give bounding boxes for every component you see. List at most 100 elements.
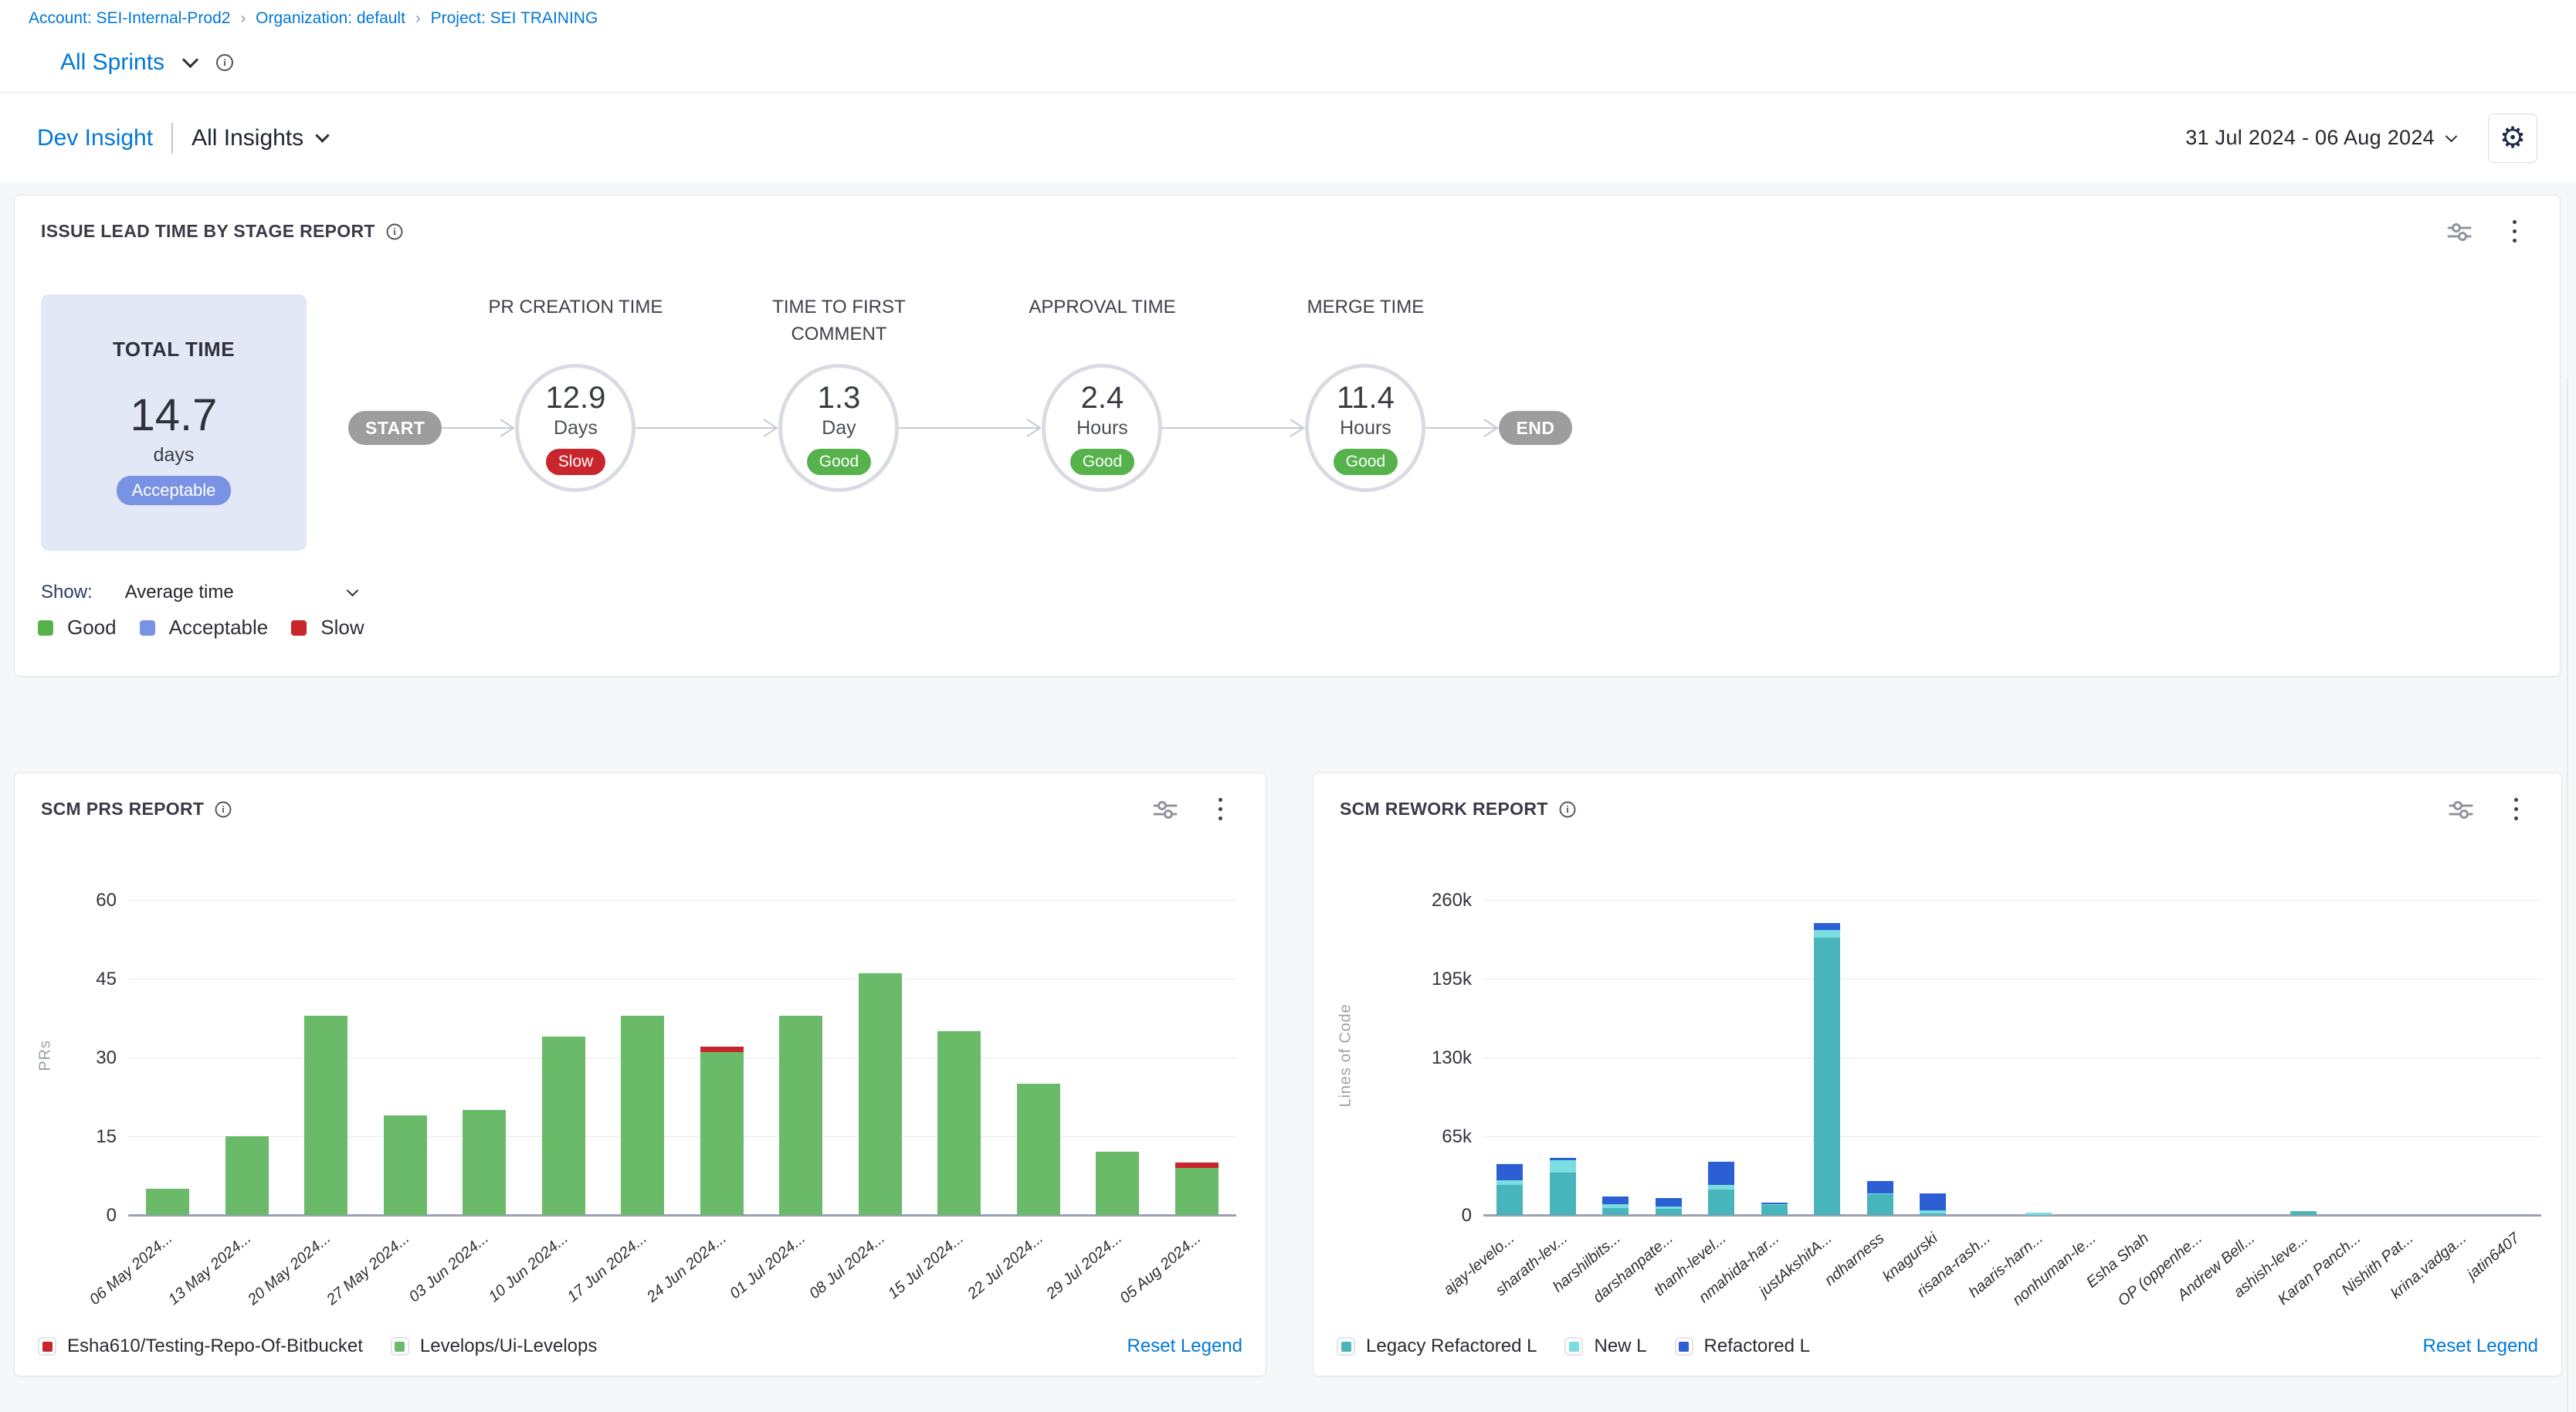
bar-ajay-levelo...[interactable] bbox=[1496, 1164, 1523, 1215]
y-tick-label: 195k bbox=[1432, 969, 1472, 990]
breadcrumb-account[interactable]: Account: SEI-Internal-Prod2 bbox=[29, 9, 230, 28]
stage-time-to-first-comment[interactable]: TIME TO FIRST COMMENT 1.3 Day Good bbox=[778, 294, 899, 492]
scm-prs-panel: SCM PRS REPORT PRs 015304560 bbox=[14, 772, 1266, 1376]
total-time-title: TOTAL TIME bbox=[113, 338, 235, 361]
gridline bbox=[128, 1136, 1236, 1137]
y-tick-label: 30 bbox=[96, 1047, 117, 1069]
bar-15 Jul 2024...[interactable] bbox=[937, 1031, 981, 1215]
bar-03 Jun 2024...[interactable] bbox=[463, 1110, 506, 1215]
chevron-down-icon[interactable] bbox=[315, 128, 329, 142]
scrollbar-track[interactable] bbox=[2567, 377, 2568, 1412]
legend-label: New L bbox=[1594, 1336, 1646, 1357]
gridline bbox=[128, 900, 1236, 901]
settings-button[interactable] bbox=[2488, 114, 2537, 163]
scm-prs-legend: Esha610/Testing-Repo-Of-Bitbucket Levelo… bbox=[38, 1329, 1242, 1363]
bar-06 May 2024...[interactable] bbox=[146, 1189, 189, 1215]
bar-thanh-level...[interactable] bbox=[1708, 1162, 1734, 1215]
breadcrumb-project[interactable]: Project: SEI TRAINING bbox=[431, 9, 598, 28]
bar-24 Jun 2024...[interactable] bbox=[700, 1047, 744, 1215]
stage-circle: 1.3 Day Good bbox=[778, 364, 899, 492]
flow-arrow bbox=[442, 417, 515, 439]
lead-time-legend: Good Acceptable Slow bbox=[38, 616, 364, 640]
gridline bbox=[1483, 900, 2541, 901]
stage-badge: Good bbox=[1070, 449, 1134, 475]
bar-22 Jul 2024...[interactable] bbox=[1017, 1084, 1060, 1215]
bar-08 Jul 2024...[interactable] bbox=[859, 973, 902, 1215]
bar-01 Jul 2024...[interactable] bbox=[779, 1016, 822, 1215]
stage-value: 2.4 bbox=[1081, 381, 1124, 416]
legend-item-acceptable: Acceptable bbox=[140, 616, 269, 640]
bar-13 May 2024...[interactable] bbox=[225, 1136, 269, 1215]
reset-legend-link[interactable]: Reset Legend bbox=[2423, 1336, 2538, 1357]
breadcrumb-separator: › bbox=[240, 10, 246, 28]
y-tick-label: 0 bbox=[1462, 1205, 1472, 1227]
chevron-down-icon[interactable] bbox=[182, 51, 198, 67]
date-range-selector[interactable]: 31 Jul 2024 - 06 Aug 2024 bbox=[2185, 126, 2456, 150]
stage-pr-creation-time[interactable]: PR CREATION TIME 12.9 Days Slow bbox=[515, 294, 636, 492]
total-time-unit: days bbox=[154, 444, 195, 467]
bar-10 Jun 2024...[interactable] bbox=[542, 1037, 585, 1215]
x-axis-line bbox=[128, 1214, 1236, 1217]
stage-title: MERGE TIME bbox=[1276, 294, 1454, 364]
top-header: Account: SEI-Internal-Prod2 › Organizati… bbox=[0, 0, 2576, 93]
legend-checkbox[interactable] bbox=[1564, 1337, 1583, 1356]
legend-label: Esha610/Testing-Repo-Of-Bitbucket bbox=[67, 1336, 363, 1357]
bar-ashish-leve...[interactable] bbox=[2290, 1211, 2317, 1215]
stage-merge-time[interactable]: MERGE TIME 11.4 Hours Good bbox=[1305, 294, 1425, 492]
sprint-selector[interactable]: All Sprints bbox=[60, 49, 164, 76]
sprint-selector-row: All Sprints bbox=[60, 49, 233, 76]
bar-haaris-harn...[interactable] bbox=[2025, 1213, 2052, 1215]
flow-arrow bbox=[899, 417, 1042, 439]
legend-checkbox[interactable] bbox=[38, 1337, 56, 1356]
scm-prs-chart: PRs 015304560 06 May 2024...13 May 2024.… bbox=[15, 773, 1266, 1376]
bar-29 Jul 2024...[interactable] bbox=[1096, 1152, 1139, 1215]
breadcrumb-separator: › bbox=[415, 10, 421, 28]
bar-justAkshitA...[interactable] bbox=[1814, 923, 1840, 1215]
legend-checkbox[interactable] bbox=[1337, 1337, 1355, 1356]
bar-sharath-lev...[interactable] bbox=[1550, 1158, 1576, 1215]
breadcrumb-organization[interactable]: Organization: default bbox=[256, 9, 405, 28]
scm-rework-panel: SCM REWORK REPORT Lines of Code 065k130k… bbox=[1313, 772, 2562, 1376]
legend-item-repo-bitbucket[interactable]: Esha610/Testing-Repo-Of-Bitbucket bbox=[38, 1336, 363, 1357]
issue-lead-time-panel: ISSUE LEAD TIME BY STAGE REPORT TOTAL TI… bbox=[14, 195, 2561, 677]
legend-item-ui-levelops[interactable]: Levelops/Ui-Levelops bbox=[391, 1336, 597, 1357]
gridline bbox=[1483, 1057, 2541, 1058]
bar-harshilbits...[interactable] bbox=[1602, 1196, 1629, 1215]
flow-arrow bbox=[1162, 417, 1305, 439]
start-node: START bbox=[348, 411, 442, 445]
info-icon[interactable] bbox=[216, 54, 233, 71]
legend-checkbox[interactable] bbox=[1675, 1337, 1693, 1356]
insight-selector[interactable]: All Insights bbox=[192, 125, 303, 151]
total-time-card: TOTAL TIME 14.7 days Acceptable bbox=[41, 294, 307, 551]
bar-05 Aug 2024...[interactable] bbox=[1175, 1163, 1219, 1215]
bar-17 Jun 2024...[interactable] bbox=[621, 1016, 664, 1215]
y-tick-label: 130k bbox=[1432, 1047, 1472, 1069]
legend-label: Good bbox=[67, 616, 117, 640]
sliders-icon[interactable] bbox=[2446, 220, 2473, 243]
stage-circle: 12.9 Days Slow bbox=[515, 364, 636, 492]
legend-swatch bbox=[140, 620, 155, 636]
kebab-menu-icon[interactable] bbox=[2508, 219, 2521, 244]
legend-item-legacy-refactored[interactable]: Legacy Refactored L bbox=[1337, 1336, 1537, 1357]
bar-knagurski[interactable] bbox=[1920, 1193, 1946, 1215]
reset-legend-link[interactable]: Reset Legend bbox=[1127, 1336, 1242, 1357]
show-metric-select[interactable]: Average time bbox=[125, 582, 357, 603]
bar-ndharness[interactable] bbox=[1867, 1181, 1893, 1215]
stage-value: 1.3 bbox=[818, 381, 861, 416]
stage-title: APPROVAL TIME bbox=[1013, 294, 1191, 364]
stage-title: TIME TO FIRST COMMENT bbox=[750, 294, 927, 364]
date-range-value: 31 Jul 2024 - 06 Aug 2024 bbox=[2185, 126, 2435, 150]
scm-rework-legend: Legacy Refactored L New L Refactored L R… bbox=[1337, 1329, 2538, 1363]
bar-20 May 2024...[interactable] bbox=[304, 1016, 347, 1215]
legend-item-new-lines[interactable]: New L bbox=[1564, 1336, 1646, 1357]
stage-approval-time[interactable]: APPROVAL TIME 2.4 Hours Good bbox=[1042, 294, 1162, 492]
bar-nmahida-har...[interactable] bbox=[1761, 1203, 1788, 1215]
legend-item-refactored[interactable]: Refactored L bbox=[1675, 1336, 1810, 1357]
legend-checkbox[interactable] bbox=[391, 1337, 409, 1356]
insight-switcher: Dev Insight All Insights bbox=[37, 123, 327, 154]
info-icon[interactable] bbox=[386, 223, 402, 239]
legend-label: Levelops/Ui-Levelops bbox=[420, 1336, 597, 1357]
dev-insight-link[interactable]: Dev Insight bbox=[37, 125, 153, 151]
bar-27 May 2024...[interactable] bbox=[384, 1115, 427, 1215]
bar-darshanpate...[interactable] bbox=[1656, 1198, 1682, 1215]
